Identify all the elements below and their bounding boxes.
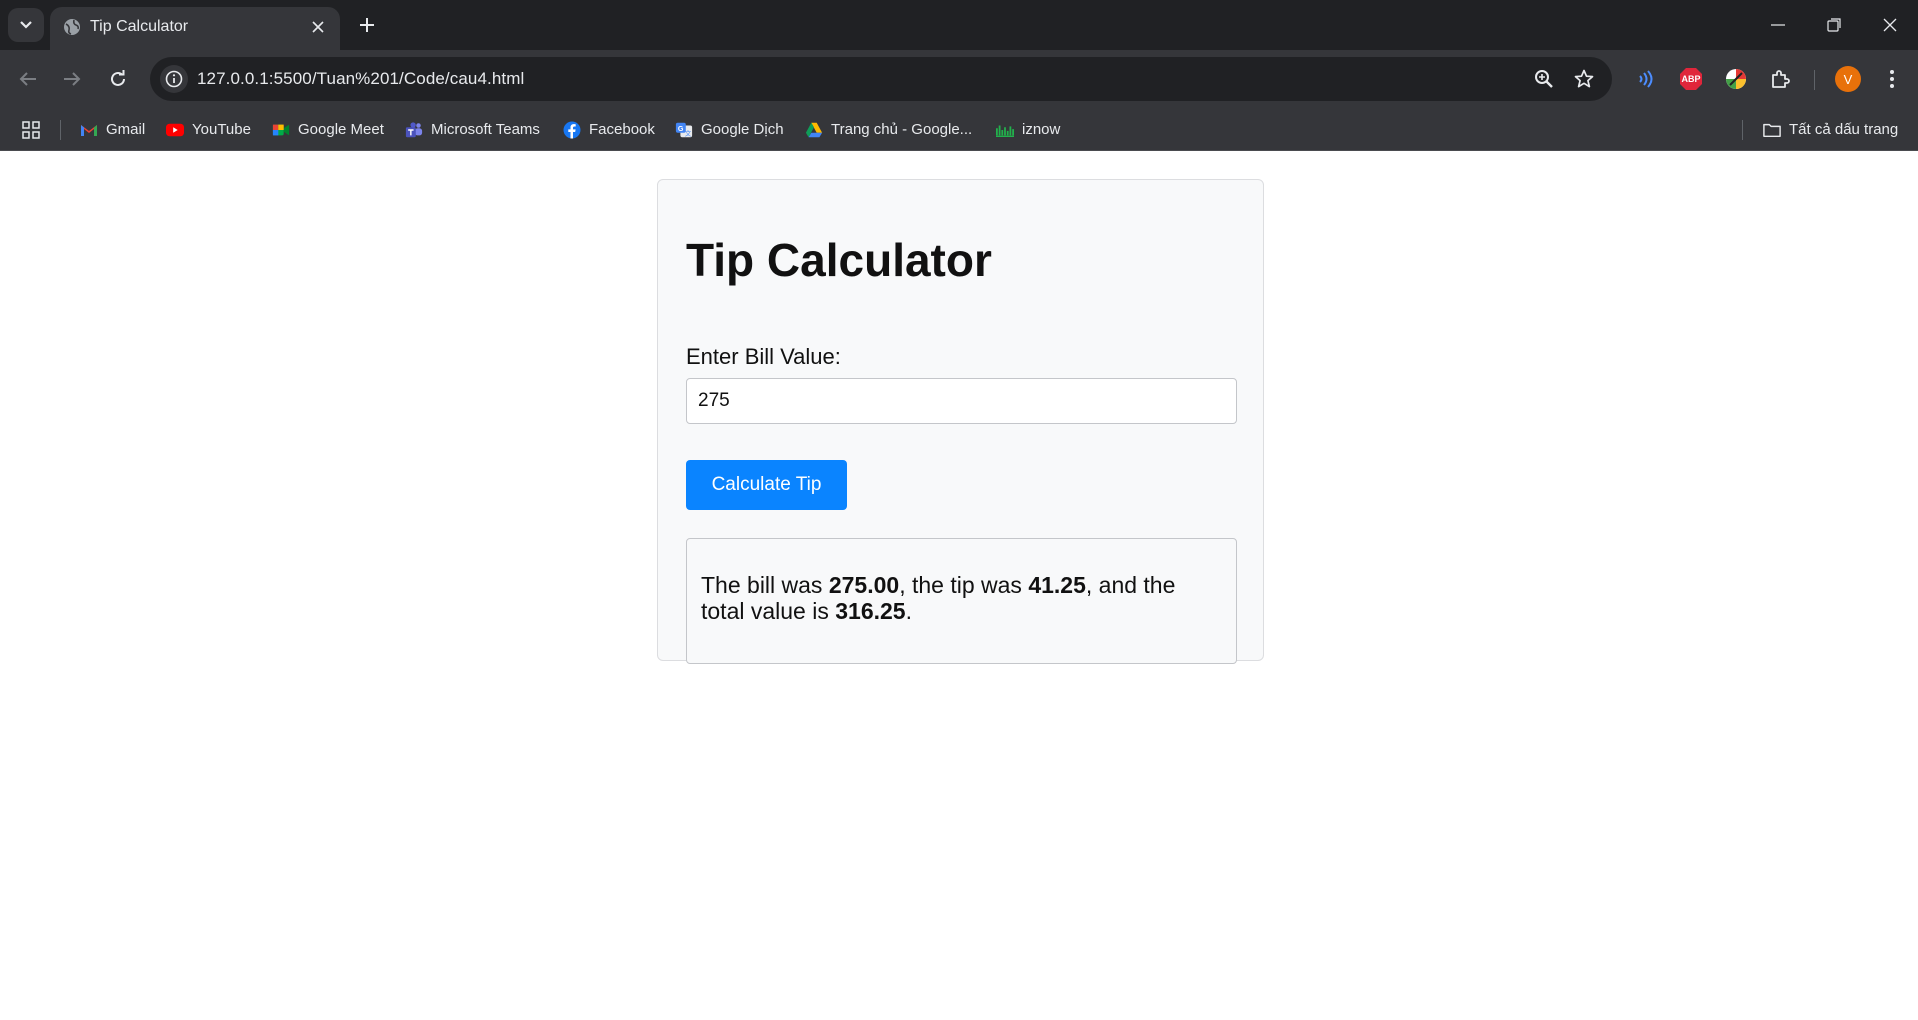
adblock-plus-extension-icon[interactable]: ABP — [1677, 65, 1705, 93]
google-translate-icon: G文 — [675, 121, 693, 139]
read-aloud-extension-icon[interactable] — [1632, 65, 1660, 93]
chevron-down-icon — [20, 21, 32, 29]
profile-avatar[interactable]: V — [1834, 65, 1862, 93]
bookmark-label: Facebook — [589, 121, 655, 138]
bookmark-iznow[interactable]: iznow — [996, 108, 1060, 151]
result-bill-value: 275.00 — [828, 572, 900, 598]
minimize-button[interactable] — [1750, 0, 1806, 50]
tab-title: Tip Calculator — [90, 18, 189, 35]
close-tab-icon[interactable] — [306, 15, 330, 39]
bookmarks-separator — [60, 120, 61, 140]
folder-icon — [1763, 121, 1781, 139]
color-picker-extension-icon[interactable] — [1722, 65, 1750, 93]
close-window-button[interactable] — [1862, 0, 1918, 50]
result-tip-value: 41.25 — [1028, 572, 1086, 598]
restore-icon — [1827, 18, 1841, 32]
bookmark-label: YouTube — [192, 121, 251, 138]
back-button[interactable] — [12, 63, 44, 95]
forward-button[interactable] — [56, 63, 88, 95]
close-icon — [1883, 18, 1897, 32]
reload-icon — [111, 70, 125, 86]
svg-text:文: 文 — [685, 128, 692, 137]
teams-icon — [405, 121, 423, 139]
bookmark-google-meet[interactable]: Google Meet — [272, 108, 384, 151]
facebook-icon — [563, 121, 581, 139]
apps-grid-icon — [22, 120, 40, 139]
url-text: 127.0.0.1:5500/Tuan%201/Code/cau4.html — [197, 69, 525, 88]
bookmarks-separator-right — [1742, 120, 1743, 140]
bookmark-youtube[interactable]: YouTube — [166, 108, 251, 151]
puzzle-extensions-icon[interactable] — [1767, 65, 1795, 93]
result-mid-1: , the tip was — [899, 572, 1029, 598]
menu-kebab-icon[interactable] — [1878, 65, 1906, 93]
result-total-value: 316.25 — [835, 598, 906, 624]
reload-button[interactable] — [102, 63, 134, 95]
bookmark-star-icon[interactable] — [1572, 67, 1596, 91]
back-arrow-icon — [19, 72, 36, 86]
tip-calculator-card: Tip Calculator Enter Bill Value: Calcula… — [657, 179, 1264, 664]
restore-button[interactable] — [1806, 0, 1862, 50]
adblock-badge: ABP — [1681, 74, 1701, 84]
plus-icon — [360, 18, 374, 32]
bill-value-label: Enter Bill Value: — [686, 344, 841, 369]
bookmark-google-translate[interactable]: G文 Google Dịch — [675, 108, 784, 151]
google-drive-icon — [805, 121, 823, 139]
browser-toolbar: 127.0.0.1:5500/Tuan%201/Code/cau4.html A… — [0, 50, 1918, 108]
all-bookmarks-label: Tất cả dấu trang — [1789, 121, 1899, 138]
new-tab-button[interactable] — [352, 10, 382, 40]
site-info-icon[interactable] — [160, 65, 188, 93]
zoom-icon[interactable] — [1532, 67, 1556, 91]
profile-initial: V — [1843, 71, 1853, 87]
svg-text:G: G — [678, 123, 684, 132]
result-suffix: . — [905, 598, 912, 624]
gmail-icon — [80, 121, 98, 139]
page-title: Tip Calculator — [686, 234, 992, 286]
all-bookmarks-button[interactable]: Tất cả dấu trang — [1763, 108, 1898, 151]
minimize-icon — [1771, 24, 1785, 26]
youtube-icon — [166, 121, 184, 139]
result-text: The bill was 275.00, the tip was 41.25, … — [701, 572, 1221, 624]
bookmark-label: Gmail — [106, 121, 146, 138]
tab-strip: Tip Calculator — [0, 0, 1918, 50]
active-tab[interactable]: Tip Calculator — [50, 7, 340, 50]
iznow-icon — [996, 121, 1014, 139]
forward-arrow-icon — [64, 72, 81, 86]
bookmark-label: Microsoft Teams — [431, 121, 540, 138]
result-box: The bill was 275.00, the tip was 41.25, … — [686, 538, 1237, 664]
bookmarks-bar: Gmail YouTube Google Meet Microsoft Team… — [0, 108, 1918, 151]
calculate-tip-button[interactable]: Calculate Tip — [686, 460, 847, 510]
page-viewport: Tip Calculator Enter Bill Value: Calcula… — [0, 151, 1918, 1020]
result-prefix: The bill was — [701, 572, 829, 598]
address-bar[interactable]: 127.0.0.1:5500/Tuan%201/Code/cau4.html — [150, 57, 1612, 101]
bill-value-input[interactable] — [686, 378, 1237, 424]
toolbar-separator — [1814, 70, 1815, 90]
globe-icon — [64, 19, 80, 35]
google-meet-icon — [272, 121, 290, 139]
bookmark-facebook[interactable]: Facebook — [563, 108, 655, 151]
bookmark-label: Google Meet — [298, 121, 384, 138]
bookmark-label: Trang chủ - Google... — [831, 121, 973, 138]
bookmark-google-drive[interactable]: Trang chủ - Google... — [805, 108, 972, 151]
bookmark-gmail[interactable]: Gmail — [80, 108, 145, 151]
apps-button[interactable] — [22, 108, 40, 151]
bookmark-microsoft-teams[interactable]: Microsoft Teams — [405, 108, 540, 151]
bookmark-label: iznow — [1022, 121, 1061, 138]
bookmark-label: Google Dịch — [701, 121, 784, 138]
tab-search-button[interactable] — [8, 8, 44, 42]
